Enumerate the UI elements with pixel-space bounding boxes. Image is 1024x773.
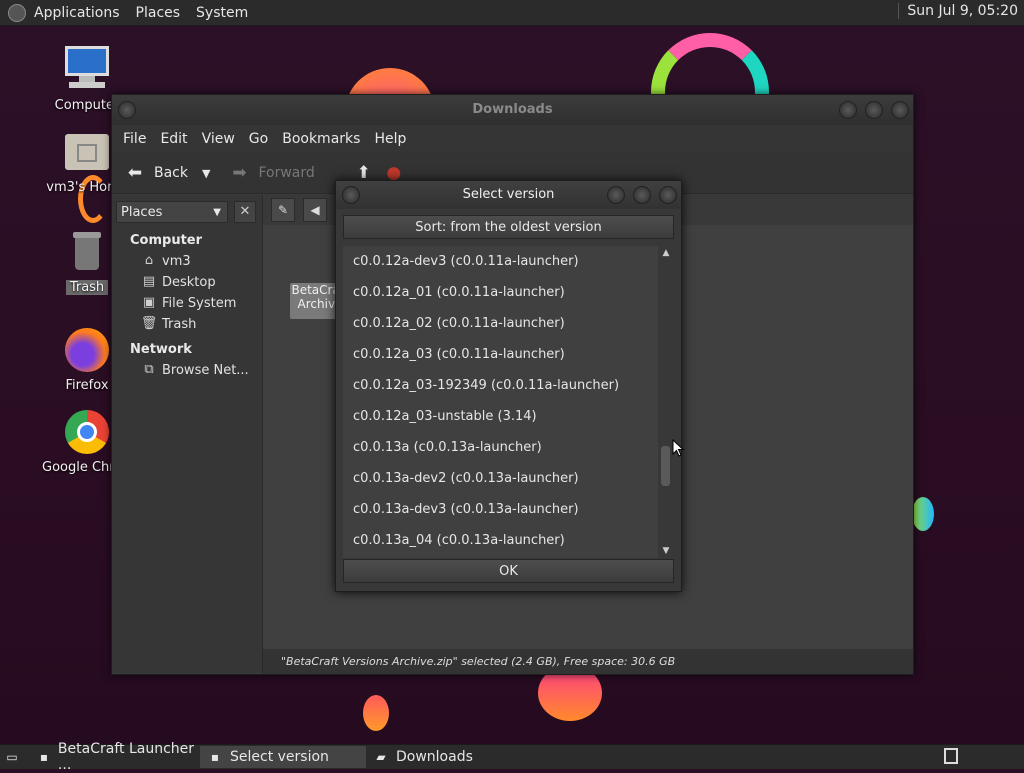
- dialog-close-button[interactable]: [659, 186, 677, 204]
- forward-button[interactable]: ➡ Forward: [228, 162, 314, 184]
- taskbar: ▭ ▪ BetaCraft Launcher ... ▪ Select vers…: [0, 741, 1024, 773]
- menu-help[interactable]: Help: [367, 131, 413, 147]
- version-item[interactable]: c0.0.13a-dev3 (c0.0.13a-launcher): [343, 494, 658, 525]
- sidebar-item-label: vm3: [162, 253, 191, 269]
- sidebar-item-trash[interactable]: 🗑 Trash: [112, 311, 262, 332]
- window-menu-button[interactable]: [118, 101, 136, 119]
- menu-edit[interactable]: Edit: [153, 131, 194, 147]
- back-arrow-icon: ⬅: [127, 163, 143, 183]
- sidebar-item-vm3[interactable]: ⌂ vm3: [112, 248, 262, 269]
- version-item[interactable]: c0.0.13a (c0.0.13a-launcher): [343, 432, 658, 463]
- sidebar-item-label: Browse Net...: [162, 362, 249, 378]
- show-desktop-button[interactable]: ▭: [0, 746, 30, 768]
- menu-file[interactable]: File: [116, 131, 153, 147]
- forward-label: Forward: [258, 165, 315, 181]
- desktop-icon-label: Trash: [65, 280, 109, 295]
- scrollbar-thumb[interactable]: [661, 446, 670, 486]
- dialog-minimize-button[interactable]: [607, 186, 625, 204]
- task-select-version[interactable]: ▪ Select version: [200, 746, 366, 768]
- trash-icon: [63, 228, 111, 276]
- mouse-cursor-icon: [672, 439, 684, 457]
- version-item[interactable]: c0.0.13a-dev2 (c0.0.13a-launcher): [343, 463, 658, 494]
- version-item[interactable]: c0.0.12a_03 (c0.0.11a-launcher): [343, 339, 658, 370]
- menu-view[interactable]: View: [195, 131, 242, 147]
- version-item[interactable]: c0.0.12a-dev3 (c0.0.11a-launcher): [343, 246, 658, 277]
- chrome-icon: [63, 408, 111, 456]
- version-item[interactable]: c0.0.12a_01 (c0.0.11a-launcher): [343, 277, 658, 308]
- menu-go[interactable]: Go: [242, 131, 275, 147]
- menu-places[interactable]: Places: [128, 5, 189, 21]
- sidebar-item-file-system[interactable]: ▣ File System: [112, 290, 262, 311]
- version-list[interactable]: c0.0.12a-dev3 (c0.0.11a-launcher) c0.0.1…: [343, 246, 658, 558]
- sidebar-item-browse-network[interactable]: ⧉ Browse Net...: [112, 357, 262, 378]
- sidebar-heading-computer: Computer: [130, 233, 203, 248]
- task-label: Downloads: [396, 749, 473, 765]
- version-item[interactable]: c0.0.12a_02 (c0.0.11a-launcher): [343, 308, 658, 339]
- workspace-switcher-icon[interactable]: [944, 748, 958, 764]
- back-button[interactable]: ⬅ Back ▼: [124, 162, 211, 184]
- folder-icon: ▰: [376, 750, 386, 764]
- top-panel: Applications Places System Sun Jul 9, 05…: [0, 0, 1024, 26]
- version-item[interactable]: c0.0.13a_04 (c0.0.13a-launcher): [343, 525, 658, 556]
- task-label: Select version: [230, 749, 329, 765]
- sidebar-item-desktop[interactable]: ▤ Desktop: [112, 269, 262, 290]
- task-label: BetaCraft Launcher ...: [57, 741, 195, 773]
- close-button[interactable]: [891, 101, 909, 119]
- version-item[interactable]: c0.0.12a_03-192349 (c0.0.11a-launcher): [343, 370, 658, 401]
- minimize-button[interactable]: [839, 101, 857, 119]
- places-label: Places: [121, 204, 163, 220]
- menu-system[interactable]: System: [188, 5, 256, 21]
- dialog-maximize-button[interactable]: [633, 186, 651, 204]
- desktop-icon: ▤: [142, 274, 156, 289]
- scroll-up-icon[interactable]: ▲: [658, 246, 674, 260]
- task-betacraft-launcher[interactable]: ▪ BetaCraft Launcher ...: [30, 741, 200, 773]
- sidebar-close-button[interactable]: ✕: [234, 201, 256, 223]
- system-logo-icon[interactable]: [8, 3, 26, 22]
- network-icon: ⧉: [144, 362, 154, 377]
- sidebar-item-label: Desktop: [162, 274, 216, 290]
- trash-icon: 🗑: [140, 316, 158, 331]
- forward-arrow-icon: ➡: [232, 163, 247, 183]
- places-dropdown[interactable]: Places ▼: [116, 201, 228, 223]
- sidebar-heading-network: Network: [130, 342, 192, 357]
- chevron-down-icon[interactable]: ▼: [202, 167, 210, 180]
- scroll-down-icon[interactable]: ▼: [658, 544, 674, 558]
- chevron-down-icon: ▼: [213, 206, 221, 218]
- status-bar: "BetaCraft Versions Archive.zip" selecte…: [263, 649, 913, 674]
- menubar: File Edit View Go Bookmarks Help: [112, 125, 913, 153]
- firefox-icon: [63, 326, 111, 374]
- path-left-button[interactable]: ◀: [303, 198, 327, 222]
- sidebar-item-label: Trash: [162, 316, 197, 332]
- drive-icon: ▣: [142, 295, 156, 310]
- window-titlebar[interactable]: Downloads: [112, 95, 913, 125]
- menu-bookmarks[interactable]: Bookmarks: [275, 131, 367, 147]
- java-app-icon: ▪: [210, 750, 220, 764]
- back-label: Back: [154, 165, 188, 181]
- sidebar: Places ▼ ✕ Computer ⌂ vm3 ▤ Desktop ▣ Fi…: [112, 195, 263, 673]
- places-header: Places ▼ ✕: [116, 201, 258, 223]
- window-title: Downloads: [472, 102, 553, 117]
- task-downloads[interactable]: ▰ Downloads: [366, 746, 532, 768]
- dialog-title: Select version: [462, 187, 555, 202]
- home-icon: ⌂: [144, 253, 154, 268]
- version-item[interactable]: c0.0.12a_03-unstable (3.14): [343, 401, 658, 432]
- version-list-scrollbar[interactable]: ▲ ▼: [658, 246, 674, 558]
- edit-location-button[interactable]: ✎: [271, 198, 295, 222]
- sidebar-item-label: File System: [162, 295, 237, 311]
- maximize-button[interactable]: [865, 101, 883, 119]
- ok-button[interactable]: OK: [343, 559, 674, 583]
- menu-applications[interactable]: Applications: [26, 5, 128, 21]
- clock[interactable]: Sun Jul 9, 05:20: [898, 3, 1018, 19]
- java-app-icon: ▪: [39, 750, 49, 764]
- show-desktop-icon: ▭: [6, 750, 18, 764]
- home-folder-icon: [63, 128, 111, 176]
- sort-button[interactable]: Sort: from the oldest version: [343, 215, 674, 239]
- dialog-titlebar[interactable]: Select version: [336, 181, 681, 209]
- computer-icon: [63, 46, 111, 94]
- select-version-dialog: Select version Sort: from the oldest ver…: [335, 180, 682, 592]
- dialog-menu-button[interactable]: [342, 186, 360, 204]
